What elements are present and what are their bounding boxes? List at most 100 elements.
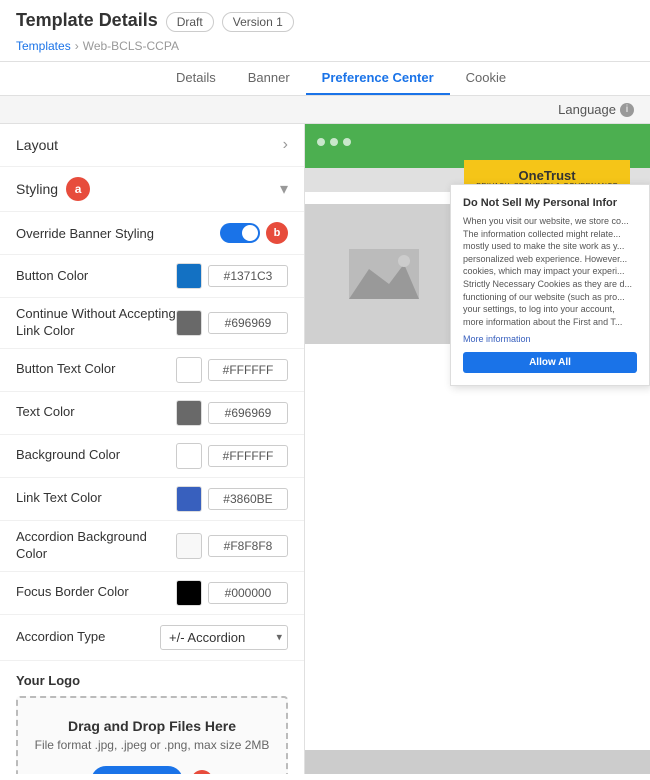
focus-border-color-value[interactable]: #000000	[208, 582, 288, 604]
focus-border-color-label: Focus Border Color	[16, 584, 176, 601]
accordion-bg-color-swatch[interactable]	[176, 533, 202, 559]
breadcrumb-link[interactable]: Templates	[16, 39, 71, 53]
button-color-swatch[interactable]	[176, 263, 202, 289]
preview-dot-2	[330, 138, 338, 146]
link-text-color-input-group: #3860BE	[176, 486, 288, 512]
language-label: Language	[558, 102, 616, 117]
text-color-input-group: #696969	[176, 400, 288, 426]
link-text-color-row: Link Text Color #3860BE	[0, 478, 304, 521]
button-text-color-input-group: #FFFFFF	[176, 357, 288, 383]
upload-btn-row: Upload c	[34, 766, 270, 774]
accordion-bg-color-value[interactable]: #F8F8F8	[208, 535, 288, 557]
accordion-bg-color-input-group: #F8F8F8	[176, 533, 288, 559]
continue-without-link-input-group: #696969	[176, 310, 288, 336]
logo-label: Your Logo	[16, 673, 288, 688]
accordion-bg-color-row: Accordion Background Color #F8F8F8	[0, 521, 304, 572]
preview-browser: OneTrust Privacy, Security & Governance …	[305, 124, 650, 774]
button-color-input-group: #1371C3	[176, 263, 288, 289]
preview-logo-name: OneTrust	[519, 168, 576, 183]
continue-without-link-swatch[interactable]	[176, 310, 202, 336]
toggle-with-badge: b	[220, 222, 288, 244]
toggle-badge: b	[266, 222, 288, 244]
preview-dot-3	[343, 138, 351, 146]
breadcrumb-page: Web-BCLS-CCPA	[83, 39, 179, 53]
styling-left: Styling a	[16, 177, 90, 201]
tab-preference-center[interactable]: Preference Center	[306, 62, 450, 95]
background-color-label: Background Color	[16, 447, 176, 464]
override-row: Override Banner Styling b	[0, 212, 304, 255]
preview-popup-btn[interactable]: Allow All	[463, 352, 637, 373]
link-text-color-value[interactable]: #3860BE	[208, 488, 288, 510]
tab-cookie[interactable]: Cookie	[450, 62, 522, 95]
button-text-color-swatch[interactable]	[176, 357, 202, 383]
upload-badge: c	[191, 770, 213, 774]
background-color-value[interactable]: #FFFFFF	[208, 445, 288, 467]
tab-details[interactable]: Details	[160, 62, 232, 95]
focus-border-color-row: Focus Border Color #000000	[0, 572, 304, 615]
upload-sub-text: File format .jpg, .jpeg or .png, max siz…	[34, 738, 270, 752]
link-text-color-label: Link Text Color	[16, 490, 176, 507]
tab-bar: Details Banner Preference Center Cookie	[0, 62, 650, 96]
styling-section[interactable]: Styling a ▾	[0, 167, 304, 212]
preview-panel: OneTrust Privacy, Security & Governance …	[305, 124, 650, 774]
header-top: Template Details Draft Version 1	[16, 10, 634, 33]
button-color-row: Button Color #1371C3	[0, 255, 304, 298]
preview-mountain-icon	[349, 249, 419, 299]
upload-button[interactable]: Upload	[91, 766, 183, 774]
preview-popup: Do Not Sell My Personal Infor When you v…	[450, 184, 650, 386]
upload-main-text: Drag and Drop Files Here	[34, 718, 270, 734]
left-panel: Layout › Styling a ▾ Override Banner Sty…	[0, 124, 305, 774]
override-toggle[interactable]	[220, 223, 260, 243]
accordion-type-select[interactable]: +/- Accordion Arrow Accordion None	[160, 625, 288, 650]
accordion-type-row: Accordion Type +/- Accordion Arrow Accor…	[0, 615, 304, 661]
header: Template Details Draft Version 1 Templat…	[0, 0, 650, 62]
preview-popup-title: Do Not Sell My Personal Infor	[463, 197, 637, 209]
accordion-type-select-wrapper: +/- Accordion Arrow Accordion None	[160, 625, 288, 650]
continue-without-link-row: Continue Without Accepting Link Color #6…	[0, 298, 304, 349]
text-color-label: Text Color	[16, 404, 176, 421]
main-content: Layout › Styling a ▾ Override Banner Sty…	[0, 124, 650, 774]
accordion-bg-color-label: Accordion Background Color	[16, 529, 176, 563]
background-color-input-group: #FFFFFF	[176, 443, 288, 469]
background-color-swatch[interactable]	[176, 443, 202, 469]
breadcrumb: Templates › Web-BCLS-CCPA	[16, 39, 634, 53]
text-color-row: Text Color #696969	[0, 392, 304, 435]
continue-without-link-label: Continue Without Accepting Link Color	[16, 306, 176, 340]
text-color-value[interactable]: #696969	[208, 402, 288, 424]
draft-badge[interactable]: Draft	[166, 12, 214, 32]
button-text-color-label: Button Text Color	[16, 361, 176, 378]
breadcrumb-separator: ›	[75, 39, 79, 53]
language-info-icon[interactable]: i	[620, 103, 634, 117]
tab-banner[interactable]: Banner	[232, 62, 306, 95]
preview-gray-area	[305, 204, 464, 344]
styling-badge: a	[66, 177, 90, 201]
language-bar: Language i	[0, 96, 650, 124]
preview-green-bar	[305, 124, 650, 160]
button-color-label: Button Color	[16, 268, 176, 285]
upload-zone[interactable]: Drag and Drop Files Here File format .jp…	[16, 696, 288, 774]
link-text-color-swatch[interactable]	[176, 486, 202, 512]
styling-chevron-icon: ▾	[280, 179, 288, 199]
preview-dot-1	[317, 138, 325, 146]
layout-section[interactable]: Layout ›	[0, 124, 304, 167]
override-label: Override Banner Styling	[16, 226, 154, 241]
preview-popup-text: When you visit our website, we store co.…	[463, 215, 637, 328]
button-text-color-row: Button Text Color #FFFFFF	[0, 349, 304, 392]
button-color-value[interactable]: #1371C3	[208, 265, 288, 287]
logo-section: Your Logo Drag and Drop Files Here File …	[0, 661, 304, 774]
continue-without-link-value[interactable]: #696969	[208, 312, 288, 334]
accordion-type-label: Accordion Type	[16, 629, 160, 646]
preview-popup-link[interactable]: More information	[463, 334, 637, 344]
layout-chevron-icon: ›	[283, 136, 288, 154]
button-text-color-value[interactable]: #FFFFFF	[208, 359, 288, 381]
preview-dots	[317, 138, 351, 146]
preview-bottom-bar	[305, 750, 650, 774]
background-color-row: Background Color #FFFFFF	[0, 435, 304, 478]
page-title: Template Details	[16, 10, 158, 31]
layout-label: Layout	[16, 137, 58, 153]
styling-label: Styling	[16, 181, 58, 197]
focus-border-color-swatch[interactable]	[176, 580, 202, 606]
focus-border-color-input-group: #000000	[176, 580, 288, 606]
version-badge[interactable]: Version 1	[222, 12, 294, 32]
text-color-swatch[interactable]	[176, 400, 202, 426]
